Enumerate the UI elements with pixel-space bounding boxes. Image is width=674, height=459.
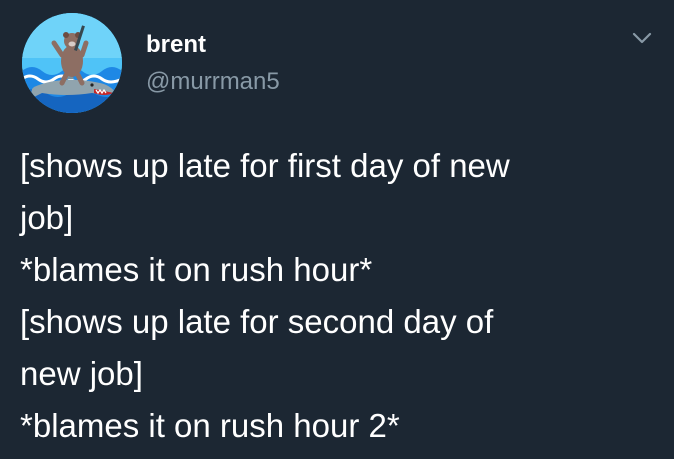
display-name[interactable]: brent — [146, 30, 280, 60]
tweet-line: [shows up late for second day of — [20, 303, 494, 340]
chevron-down-icon — [632, 32, 652, 44]
tweet-menu-button[interactable] — [630, 28, 654, 48]
user-handle[interactable]: @murrman5 — [146, 67, 280, 97]
tweet-card: brent @murrman5 [shows up late for first… — [0, 0, 674, 459]
tweet-line: [shows up late for first day of new — [20, 147, 510, 184]
tweet-line: *blames it on rush hour* — [20, 251, 373, 288]
avatar[interactable] — [22, 13, 122, 113]
tweet-line: job] — [20, 199, 74, 236]
bear-riding-shark-icon — [22, 13, 122, 113]
tweet-text: [shows up late for first day of new job]… — [20, 140, 660, 452]
user-names: brent @murrman5 — [146, 30, 280, 97]
tweet-line: *blames it on rush hour 2* — [20, 407, 400, 444]
tweet-line: new job] — [20, 355, 143, 392]
